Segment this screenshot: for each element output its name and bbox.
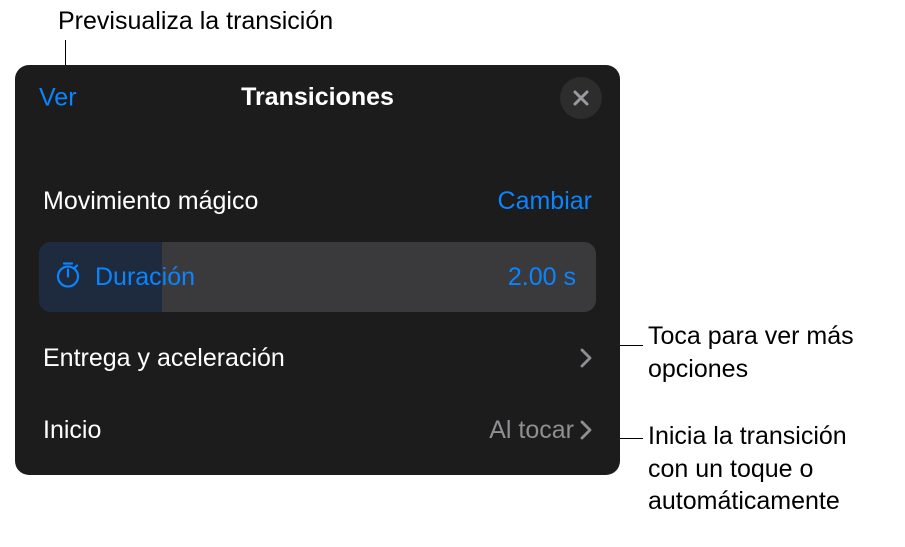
close-button[interactable] bbox=[560, 77, 602, 119]
callout-preview: Previsualiza la transición bbox=[58, 5, 333, 38]
duration-value: 2.00 s bbox=[508, 263, 576, 292]
transition-type-row: Movimiento mágico Cambiar bbox=[15, 170, 620, 232]
duration-slider[interactable]: Duración 2.00 s bbox=[39, 242, 596, 312]
chevron-right-icon bbox=[580, 348, 592, 368]
start-label: Inicio bbox=[43, 416, 101, 445]
change-button[interactable]: Cambiar bbox=[498, 187, 592, 216]
close-icon bbox=[572, 89, 590, 107]
callout-start-line2: con un toque o bbox=[648, 453, 847, 486]
delivery-label: Entrega y aceleración bbox=[43, 344, 285, 373]
start-row[interactable]: Inicio Al tocar bbox=[15, 394, 620, 466]
callout-more-line1: Toca para ver más bbox=[648, 320, 854, 353]
preview-button-label: Ver bbox=[39, 83, 77, 111]
callout-more-options: Toca para ver más opciones bbox=[648, 320, 854, 385]
delivery-row[interactable]: Entrega y aceleración bbox=[15, 322, 620, 394]
transitions-panel: Ver Transiciones Movimiento mágico Cambi… bbox=[15, 65, 620, 475]
preview-button[interactable]: Ver bbox=[39, 83, 77, 112]
duration-label: Duración bbox=[95, 263, 195, 292]
callout-start-line1: Inicia la transición bbox=[648, 420, 847, 453]
callout-start-line3: automáticamente bbox=[648, 485, 847, 518]
panel-header: Ver Transiciones bbox=[15, 65, 620, 130]
panel-title: Transiciones bbox=[241, 83, 394, 112]
chevron-right-icon bbox=[580, 420, 592, 440]
stopwatch-icon bbox=[53, 260, 83, 295]
callout-start: Inicia la transición con un toque o auto… bbox=[648, 420, 847, 518]
transition-name: Movimiento mágico bbox=[43, 187, 258, 216]
change-button-label: Cambiar bbox=[498, 187, 592, 215]
start-value: Al tocar bbox=[489, 416, 574, 445]
callout-more-line2: opciones bbox=[648, 353, 854, 386]
callout-preview-text: Previsualiza la transición bbox=[58, 7, 333, 35]
